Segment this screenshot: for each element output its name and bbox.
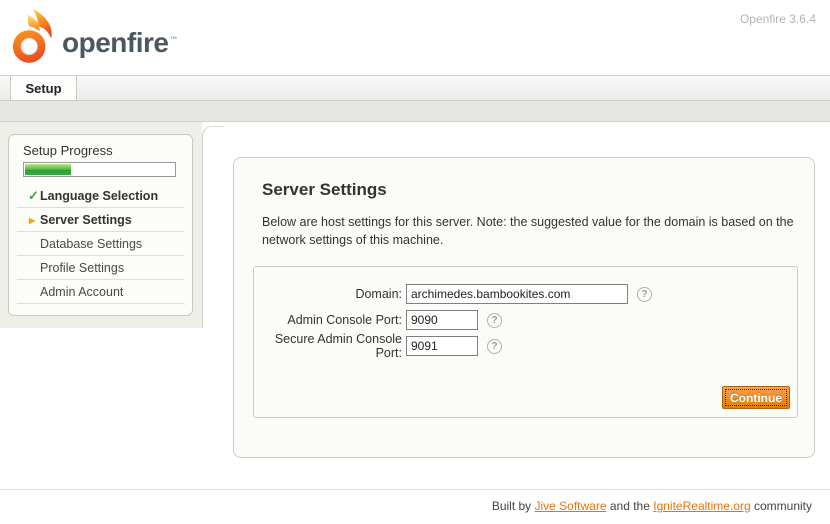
flame-icon xyxy=(10,7,56,65)
current-step-arrow-icon: ▶ xyxy=(29,209,35,233)
step-label: Language Selection xyxy=(40,189,158,203)
subnav-band xyxy=(0,101,830,122)
footer-text: Built by xyxy=(492,499,535,513)
domain-label: Domain: xyxy=(254,287,402,301)
server-settings-form: Domain: ? Admin Console Port: ? Secure A… xyxy=(253,266,798,418)
secure-port-help-icon[interactable]: ? xyxy=(487,339,502,354)
admin-port-row: Admin Console Port: ? xyxy=(254,307,797,333)
setup-progress-panel: Setup Progress ✓ Language Selection ▶ Se… xyxy=(8,134,193,316)
sidebar-item-admin-account: Admin Account xyxy=(17,280,184,304)
continue-button[interactable]: Continue xyxy=(722,386,790,409)
setup-progress-title: Setup Progress xyxy=(9,135,192,158)
secure-port-row: Secure Admin Console Port: ? xyxy=(254,333,797,359)
step-label: Admin Account xyxy=(40,285,123,299)
openfire-logo: openfire™ xyxy=(10,7,177,65)
server-settings-card: Server Settings Below are host settings … xyxy=(233,157,815,458)
domain-help-icon[interactable]: ? xyxy=(637,287,652,302)
secure-port-input[interactable] xyxy=(406,336,478,356)
progress-fill xyxy=(25,164,71,175)
page-description: Below are host settings for this server.… xyxy=(262,213,802,249)
admin-port-label: Admin Console Port: xyxy=(254,313,402,327)
domain-input[interactable] xyxy=(406,284,628,304)
igniterealtime-link[interactable]: IgniteRealtime.org xyxy=(653,499,750,513)
version-label: Openfire 3.6.4 xyxy=(740,12,816,26)
domain-row: Domain: ? xyxy=(254,281,797,307)
check-icon: ✓ xyxy=(28,184,39,208)
footer-text: community xyxy=(751,499,812,513)
secure-port-label: Secure Admin Console Port: xyxy=(254,332,402,360)
tab-setup[interactable]: Setup xyxy=(10,76,77,100)
setup-steps-list: ✓ Language Selection ▶ Server Settings D… xyxy=(9,184,192,304)
step-label: Server Settings xyxy=(40,213,132,227)
trademark-symbol: ™ xyxy=(169,35,177,44)
logo-wordmark: openfire™ xyxy=(62,27,177,59)
sidebar-item-language-selection: ✓ Language Selection xyxy=(17,184,184,208)
panel-corner-edge xyxy=(202,126,224,328)
admin-port-help-icon[interactable]: ? xyxy=(487,313,502,328)
sidebar-item-server-settings: ▶ Server Settings xyxy=(17,208,184,232)
jive-software-link[interactable]: Jive Software xyxy=(535,499,607,513)
step-label: Profile Settings xyxy=(40,261,124,275)
main-tabbar: Setup xyxy=(0,75,830,101)
page-footer: Built by Jive Software and the IgniteRea… xyxy=(0,489,830,524)
admin-port-input[interactable] xyxy=(406,310,478,330)
setup-progress-bar xyxy=(23,162,176,177)
sidebar-item-profile-settings: Profile Settings xyxy=(17,256,184,280)
page-title: Server Settings xyxy=(262,180,814,200)
sidebar-item-database-settings: Database Settings xyxy=(17,232,184,256)
app-header: openfire™ Openfire 3.6.4 xyxy=(0,0,830,75)
footer-text: and the xyxy=(607,499,654,513)
content-area: Setup Progress ✓ Language Selection ▶ Se… xyxy=(0,122,830,489)
step-label: Database Settings xyxy=(40,237,142,251)
